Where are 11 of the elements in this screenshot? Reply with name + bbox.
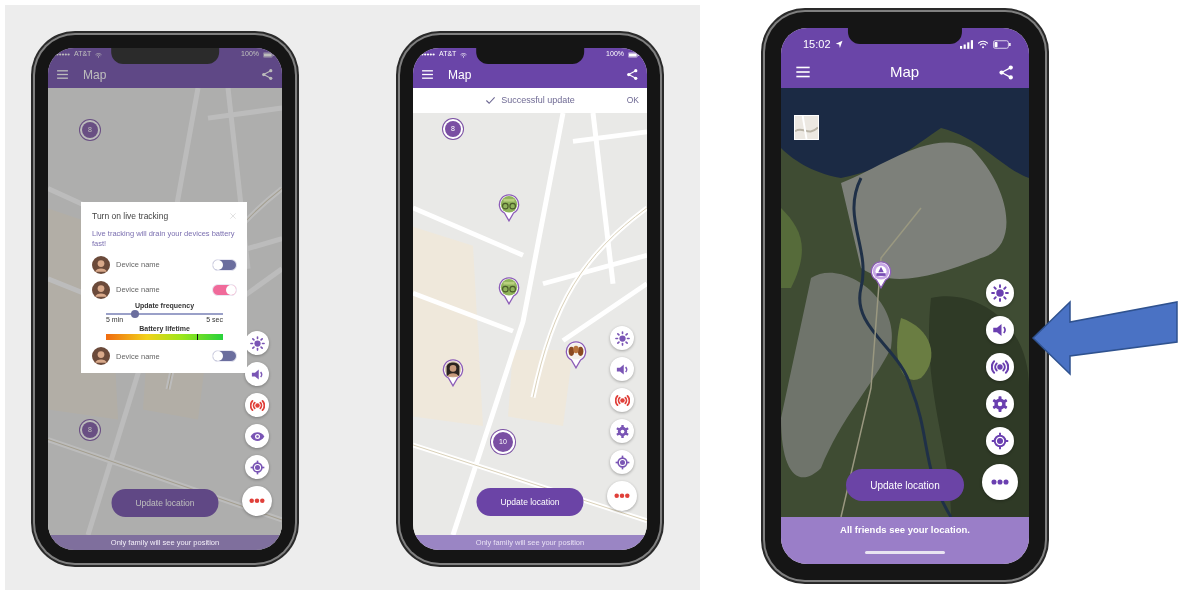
- ok-button[interactable]: OK: [624, 93, 641, 107]
- footer-text: All friends see your location.: [840, 523, 970, 537]
- screen-title: Map: [889, 61, 920, 82]
- update-location-button[interactable]: Update location: [111, 489, 219, 517]
- screen-title: Map: [448, 66, 472, 84]
- clock-text: 15:02: [803, 36, 831, 52]
- screen-title: Map: [83, 66, 107, 84]
- update-location-button[interactable]: Update location: [476, 488, 584, 516]
- update-location-button[interactable]: Update location: [846, 469, 964, 501]
- dialog-title: Turn on live tracking: [92, 210, 169, 223]
- banner-text: Successful update: [501, 93, 575, 107]
